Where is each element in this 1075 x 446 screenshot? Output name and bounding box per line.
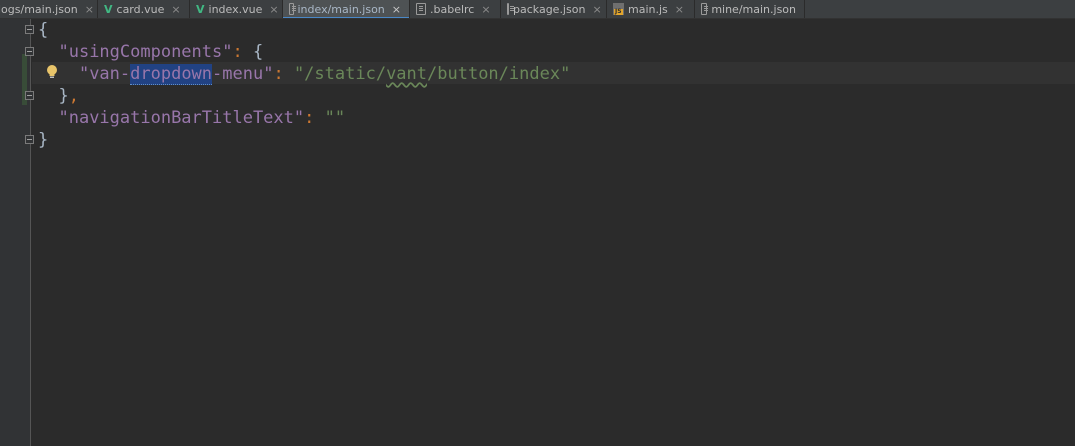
json-value-part: /button/index" bbox=[427, 64, 571, 84]
json-colon: : bbox=[304, 108, 325, 128]
json-brace: } bbox=[38, 130, 49, 150]
tab-mine-main-json[interactable]: mine/main.json bbox=[695, 0, 805, 18]
tab-index-vue[interactable]: Vindex.vue × bbox=[190, 0, 283, 18]
fold-marker-root-close-icon[interactable] bbox=[25, 135, 34, 144]
tab-card-vue[interactable]: Vcard.vue × bbox=[98, 0, 190, 18]
json-file-icon bbox=[416, 3, 426, 15]
json-key-part: "van- bbox=[78, 64, 131, 84]
js-file-icon bbox=[613, 3, 624, 15]
tab-main-js[interactable]: main.js × bbox=[607, 0, 695, 18]
tab-babelrc[interactable]: .babelrc × bbox=[410, 0, 501, 18]
json-comma: , bbox=[68, 86, 79, 106]
json-file-icon bbox=[289, 3, 296, 15]
close-tab-icon[interactable]: × bbox=[171, 3, 180, 16]
close-tab-icon[interactable]: × bbox=[481, 3, 490, 16]
json-file-icon bbox=[701, 3, 709, 15]
json-file-icon bbox=[507, 3, 514, 15]
close-tab-icon[interactable]: × bbox=[392, 3, 401, 16]
spellcheck-word: vant bbox=[386, 64, 428, 84]
tab-label: .babelrc bbox=[430, 2, 475, 16]
vue-file-icon: V bbox=[104, 2, 113, 16]
close-tab-icon[interactable]: × bbox=[675, 3, 684, 16]
json-value-empty: "" bbox=[324, 108, 346, 128]
code-line-4: }, bbox=[38, 85, 79, 107]
tab-label: main.js bbox=[628, 2, 668, 16]
selected-text: dropdown bbox=[130, 64, 213, 85]
tab-label: mine/main.json bbox=[711, 2, 796, 16]
json-brace: { bbox=[252, 42, 264, 62]
close-tab-icon[interactable]: × bbox=[85, 3, 94, 16]
code-line-2: "usingComponents": { bbox=[38, 41, 263, 63]
code-line-6: } bbox=[38, 129, 48, 151]
fold-marker-root-open-icon[interactable] bbox=[25, 25, 34, 34]
json-key-part: -menu" bbox=[212, 64, 274, 84]
editor-tab-bar: logs/main.json × Vcard.vue × Vindex.vue × inde… bbox=[0, 0, 1075, 19]
code-line-3: "van-dropdown-menu": "/static/vant/butto… bbox=[38, 63, 570, 85]
tab-package-json[interactable]: package.json × bbox=[501, 0, 607, 18]
code-line-1: { bbox=[38, 19, 48, 41]
close-tab-icon[interactable]: × bbox=[269, 3, 278, 16]
vue-file-icon: V bbox=[196, 2, 205, 16]
json-colon: : bbox=[273, 64, 294, 84]
close-tab-icon[interactable]: × bbox=[592, 3, 601, 16]
json-brace: } bbox=[58, 86, 69, 106]
json-key-usingComponents: "usingComponents" bbox=[58, 42, 233, 62]
tab-label: index/main.json bbox=[297, 2, 385, 16]
tab-index-main-json[interactable]: index/main.json × bbox=[283, 0, 410, 18]
tab-label: index.vue bbox=[208, 2, 263, 16]
json-value-part: "/static/ bbox=[293, 64, 387, 84]
json-colon: : bbox=[232, 42, 253, 62]
fold-marker-usingComponents-open-icon[interactable] bbox=[25, 47, 34, 56]
json-brace: { bbox=[38, 20, 49, 40]
code-line-5: "navigationBarTitleText": "" bbox=[38, 107, 345, 129]
tab-label: card.vue bbox=[116, 2, 165, 16]
tab-label: package.json bbox=[513, 2, 586, 16]
json-key-navigationBarTitleText: "navigationBarTitleText" bbox=[58, 108, 305, 128]
tab-label: logs/main.json bbox=[0, 2, 78, 16]
tab-logs-main-json[interactable]: logs/main.json × bbox=[0, 0, 98, 18]
fold-marker-usingComponents-close-icon[interactable] bbox=[25, 91, 34, 100]
